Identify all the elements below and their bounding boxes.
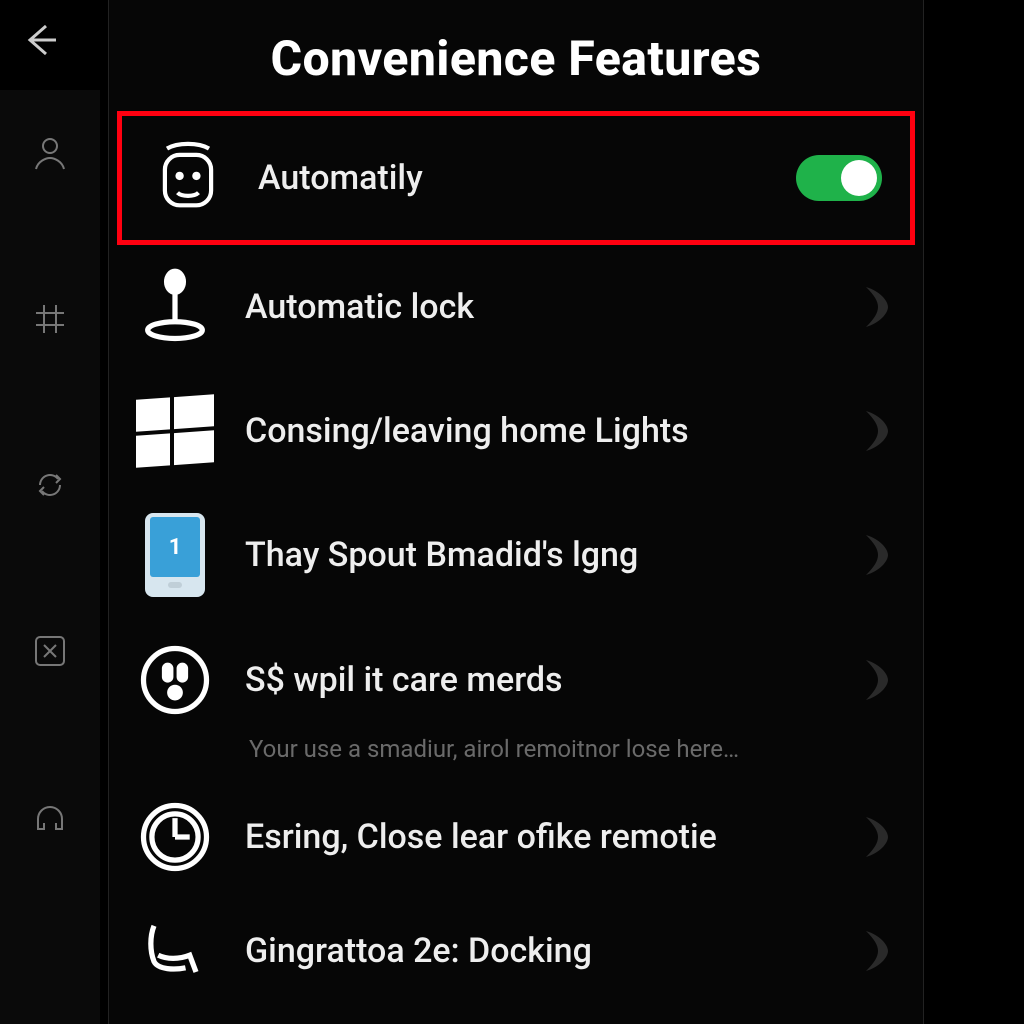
row-spout[interactable]: 1 Thay Spout Bmadid's lgng: [109, 493, 923, 617]
person-icon: [30, 133, 70, 173]
sync-icon: [30, 465, 70, 505]
joystick-icon: [133, 265, 217, 349]
row-label: Esring, Close lear ofike remotie: [245, 817, 831, 857]
row-hint: Your use a smadiur, airol remoitnor lose…: [109, 729, 923, 775]
row-label: S$ wpil it care merds: [245, 660, 831, 700]
row-esring[interactable]: Esring, Close lear ofike remotie: [109, 775, 923, 899]
row-label: Automatily: [258, 158, 768, 198]
headphones-icon: [30, 797, 70, 837]
side-rail: [0, 90, 100, 1024]
rail-profile[interactable]: [27, 130, 73, 176]
chevron-right-icon: [859, 531, 895, 579]
arrow-left-icon: [20, 20, 60, 60]
windows-icon: [133, 389, 217, 473]
phone-icon: 1: [133, 513, 217, 597]
row-care-merds[interactable]: S$ wpil it care merds: [109, 617, 923, 729]
row-docking[interactable]: Gingrattoa 2e: Docking: [109, 899, 923, 1013]
row-home-lights[interactable]: Consing/leaving home Lights: [109, 369, 923, 493]
toggle-automatily[interactable]: [796, 155, 882, 201]
chevron-right-icon: [859, 927, 895, 975]
row-automatily[interactable]: Automatily: [117, 111, 915, 245]
chevron-right-icon: [859, 407, 895, 455]
chevron-right-icon: [859, 813, 895, 861]
chevron-right-icon: [859, 656, 895, 704]
page-title: Convenience Features: [109, 0, 923, 111]
settings-list: Automatily Automatic lock Consing/leavin…: [109, 111, 923, 1013]
seat-icon: [133, 909, 217, 993]
clock-icon: [133, 795, 217, 879]
row-automatic-lock[interactable]: Automatic lock: [109, 245, 923, 369]
back-button[interactable]: [18, 18, 62, 62]
chevron-right-icon: [859, 283, 895, 331]
x-box-icon: [30, 631, 70, 671]
face-id-icon: [146, 136, 230, 220]
rail-grid[interactable]: [27, 296, 73, 342]
hash-icon: [30, 299, 70, 339]
row-label: Gingrattoa 2e: Docking: [245, 931, 831, 971]
settings-panel: Convenience Features Automatily Automati…: [108, 0, 924, 1024]
row-label: Thay Spout Bmadid's lgng: [245, 535, 831, 575]
rail-close[interactable]: [27, 628, 73, 674]
row-label: Consing/leaving home Lights: [245, 411, 831, 451]
rail-sync[interactable]: [27, 462, 73, 508]
rail-headphones[interactable]: [27, 794, 73, 840]
app-root: Convenience Features Automatily Automati…: [0, 0, 1024, 1024]
row-label: Automatic lock: [245, 287, 831, 327]
outlet-icon: [133, 638, 217, 722]
